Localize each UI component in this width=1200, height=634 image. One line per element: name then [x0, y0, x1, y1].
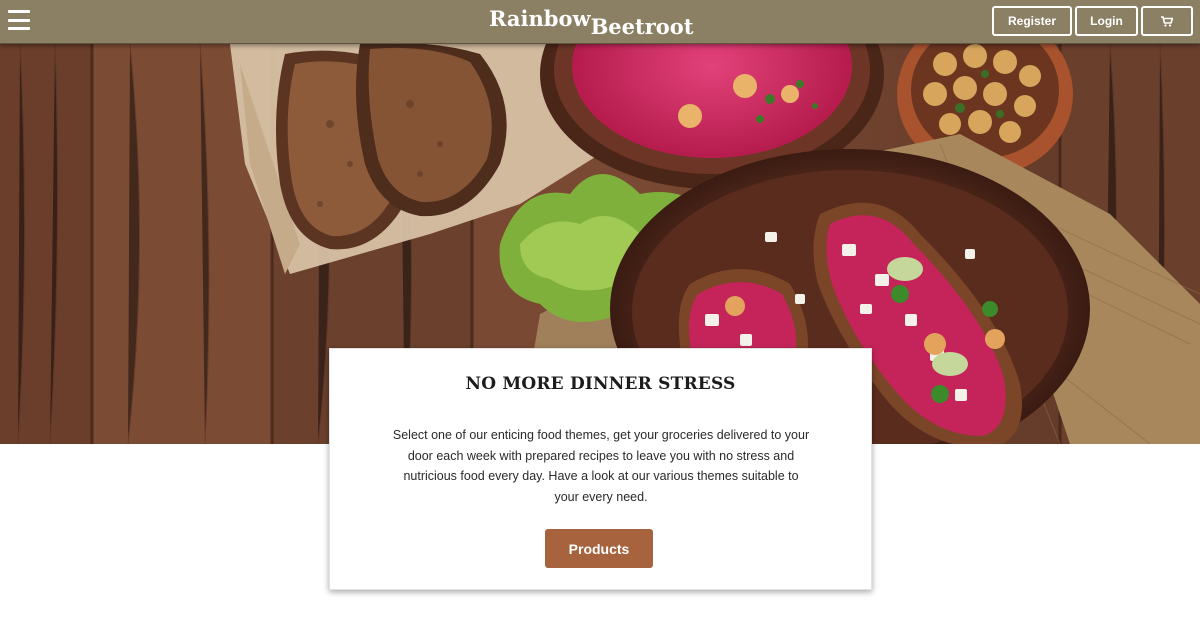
hero-card: NO MORE DINNER STRESS Select one of our … — [329, 348, 872, 590]
login-button[interactable]: Login — [1075, 6, 1138, 36]
top-nav-bar: RainbowBeetroot Register Login — [0, 0, 1200, 44]
brand-logo-part1: Rainbow — [489, 6, 591, 31]
cart-icon — [1161, 15, 1173, 27]
brand-logo[interactable]: RainbowBeetroot — [489, 6, 694, 40]
cart-button[interactable] — [1141, 6, 1193, 36]
products-button[interactable]: Products — [545, 529, 653, 568]
brand-logo-part2: Beetroot — [590, 14, 694, 39]
hamburger-menu-icon[interactable] — [8, 10, 30, 30]
register-button[interactable]: Register — [992, 6, 1072, 36]
card-description: Select one of our enticing food themes, … — [392, 428, 810, 504]
card-title: NO MORE DINNER STRESS — [465, 374, 736, 394]
